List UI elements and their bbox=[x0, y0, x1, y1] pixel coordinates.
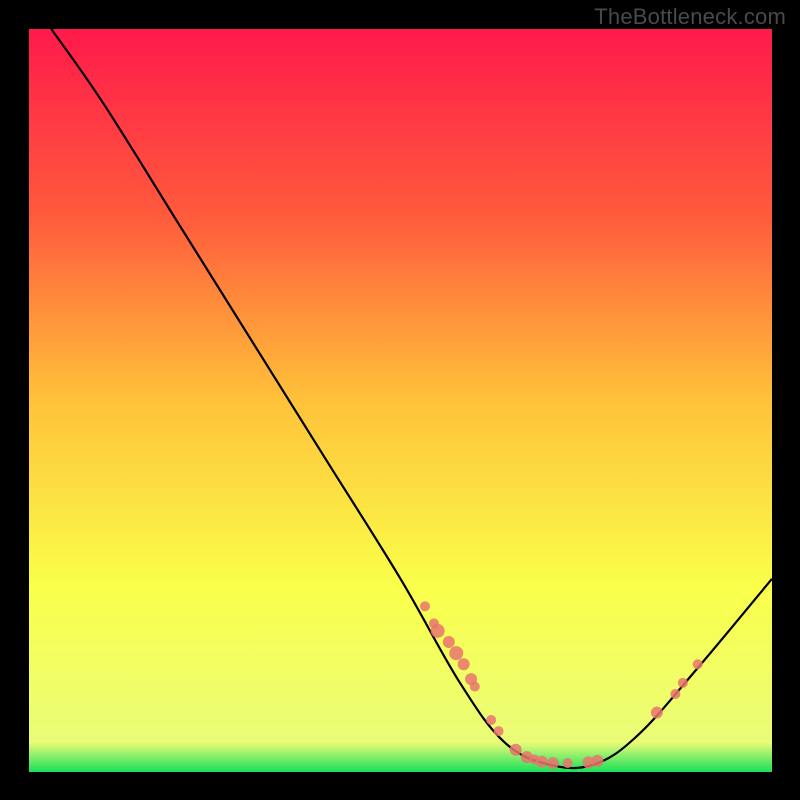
data-point bbox=[670, 689, 680, 699]
gradient-background bbox=[29, 29, 772, 772]
data-point bbox=[536, 756, 548, 768]
data-point bbox=[449, 646, 463, 660]
data-point bbox=[486, 715, 496, 725]
data-point bbox=[693, 659, 703, 669]
data-point bbox=[458, 658, 470, 670]
data-point bbox=[510, 744, 522, 756]
data-point bbox=[431, 624, 445, 638]
data-point bbox=[678, 678, 688, 688]
chart-container: TheBottleneck.com bbox=[0, 0, 800, 800]
data-point bbox=[591, 755, 603, 767]
data-point bbox=[651, 707, 663, 719]
data-point bbox=[470, 682, 480, 692]
data-point bbox=[563, 758, 573, 768]
watermark-text: TheBottleneck.com bbox=[594, 4, 786, 30]
plot-area bbox=[29, 29, 772, 772]
data-point bbox=[420, 601, 430, 611]
data-point bbox=[443, 636, 455, 648]
chart-svg bbox=[29, 29, 772, 772]
data-point bbox=[547, 757, 559, 769]
data-point bbox=[494, 726, 504, 736]
